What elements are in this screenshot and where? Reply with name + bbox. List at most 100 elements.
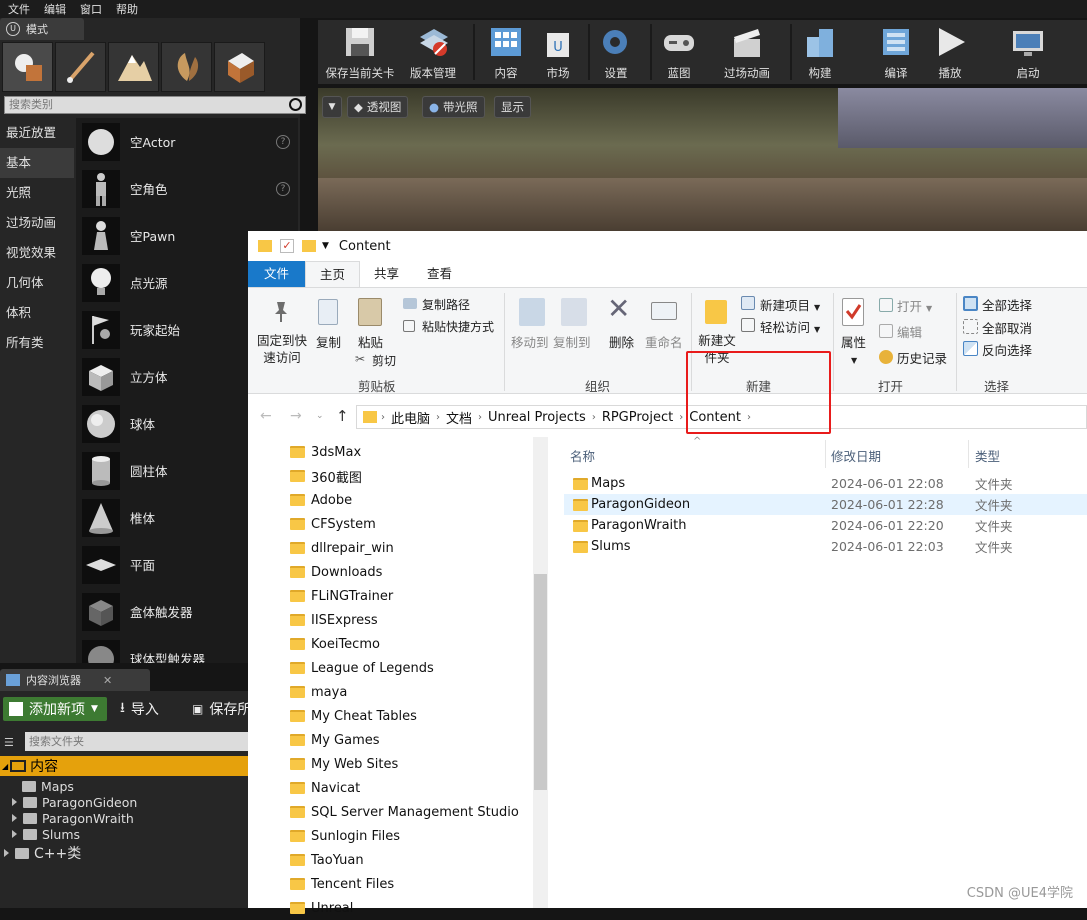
asset-empty-actor[interactable]: 空Actor? [76,118,298,165]
viewport-show-button[interactable]: 显示 [494,96,531,118]
nav-item[interactable]: Navicat [290,776,360,800]
menu-window[interactable]: 窗口 [80,1,102,17]
move-to-button[interactable]: 移动到 [511,332,549,351]
tab-file[interactable]: 文件 [248,261,306,287]
breadcrumb-unreal-projects[interactable]: Unreal Projects [488,410,586,425]
tree-root-content[interactable]: ◢ 内容 [0,756,248,776]
save-level-button[interactable]: 保存当前关卡 [322,22,398,82]
column-type-header[interactable]: 类型 [975,446,1000,465]
menu-help[interactable]: 帮助 [116,1,138,17]
recent-chevron-icon[interactable]: ⌄ [316,411,324,421]
category-lights[interactable]: 光照 [0,178,74,208]
back-arrow-icon[interactable]: ← [260,408,272,424]
nav-item[interactable]: 360截图 [290,464,362,488]
tab-home[interactable]: 主页 [305,261,361,287]
tree-item-slums[interactable]: Slums [12,826,80,842]
delete-button[interactable]: 删除 [609,332,634,351]
nav-item[interactable]: My Web Sites [290,752,398,776]
select-none-button[interactable]: 全部取消 [982,318,1032,337]
tab-view[interactable]: 查看 [413,261,466,287]
nav-item[interactable]: Unreal [290,896,353,920]
menu-file[interactable]: 文件 [8,1,30,17]
breadcrumb-this-pc[interactable]: 此电脑 [391,408,430,427]
content-browser-tab[interactable]: 内容浏览器 ✕ [0,669,150,691]
select-all-button[interactable]: 全部选择 [982,295,1032,314]
new-folder-quick-icon[interactable] [302,240,316,252]
category-basic[interactable]: 基本 [0,148,74,178]
geometry-mode-button[interactable] [214,42,265,92]
help-icon[interactable]: ? [276,134,290,149]
nav-item[interactable]: CFSystem [290,512,376,536]
file-row[interactable]: ParagonWraith 2024-06-01 22:20 文件夹 [564,515,1087,536]
copy-button[interactable]: 复制 [316,332,341,351]
tree-item-cpp-classes[interactable]: C++类 [4,845,81,862]
settings-button[interactable]: 设置 [594,22,638,82]
close-icon[interactable]: ✕ [103,674,112,687]
paint-mode-button[interactable] [55,42,106,92]
landscape-mode-button[interactable] [108,42,159,92]
copy-path-button[interactable]: 复制路径 [422,296,470,313]
nav-item[interactable]: KoeiTecmo [290,632,380,656]
cut-button[interactable]: 剪切 [372,352,396,369]
category-geometry[interactable]: 几何体 [0,268,74,298]
nav-item[interactable]: maya [290,680,347,704]
asset-empty-character[interactable]: 空角色? [76,165,298,212]
pin-quick-access-button[interactable]: 固定到快速访问 [257,332,307,366]
add-new-button[interactable]: 添加新项 ▼ [3,697,107,721]
new-item-button[interactable]: 新建项目 ▼ [760,295,820,314]
nav-item[interactable]: Tencent Files [290,872,394,896]
file-row[interactable]: Slums 2024-06-01 22:03 文件夹 [564,536,1087,557]
tree-item-maps[interactable]: Maps [22,778,74,794]
file-row[interactable]: ParagonGideon 2024-06-01 22:28 文件夹 [564,494,1087,515]
tree-item-paragonwraith[interactable]: ParagonWraith [12,810,134,826]
chevron-down-icon[interactable]: ▼ [322,241,329,251]
open-button[interactable]: 打开 ▼ [897,296,932,315]
column-date-header[interactable]: 修改日期 [831,446,881,465]
invert-selection-button[interactable]: 反向选择 [982,340,1032,359]
nav-item[interactable]: 3dsMax [290,440,361,464]
content-button[interactable]: 内容 [484,22,528,82]
source-control-button[interactable]: 版本管理 [404,22,462,82]
category-visual-effects[interactable]: 视觉效果 [0,238,74,268]
file-row[interactable]: Maps 2024-06-01 22:08 文件夹 [564,473,1087,494]
marketplace-button[interactable]: U 市场 [536,22,580,82]
rename-button[interactable]: 重命名 [645,332,683,351]
properties-button[interactable]: 属性 ▼ [841,332,866,366]
foliage-mode-button[interactable] [161,42,212,92]
column-name-header[interactable]: 名称 [570,446,595,465]
nav-item[interactable]: League of Legends [290,656,434,680]
folder-search-input[interactable]: 搜索文件夹 [25,732,248,751]
nav-item[interactable]: IISExpress [290,608,378,632]
nav-scrollbar-thumb[interactable] [534,574,547,790]
paste-shortcut-button[interactable]: 粘贴快捷方式 [422,318,494,335]
viewport-options-button[interactable]: ▼ [322,96,342,118]
nav-item[interactable]: Sunlogin Files [290,824,400,848]
category-recent[interactable]: 最近放置 [0,118,74,148]
breadcrumb-rpgproject[interactable]: RPGProject [602,410,673,425]
nav-item[interactable]: FLiNGTrainer [290,584,393,608]
viewport-perspective-button[interactable]: ◆ 透视图 [347,96,409,118]
tab-share[interactable]: 共享 [360,261,413,287]
help-icon[interactable]: ? [276,181,290,196]
edit-button[interactable]: 编辑 [897,322,922,341]
modes-tab[interactable]: U 模式 [0,18,84,40]
up-arrow-icon[interactable]: ↑ [336,407,349,425]
nav-item[interactable]: TaoYuan [290,848,364,872]
category-all-classes[interactable]: 所有类 [0,328,74,358]
history-button[interactable]: 历史记录 [897,348,947,367]
place-mode-button[interactable] [2,42,53,92]
build-button[interactable]: 构建 [800,22,840,82]
nav-item[interactable]: Adobe [290,488,352,512]
modes-search-input[interactable]: 搜索类别 [4,96,306,114]
blueprints-button[interactable]: 蓝图 [656,22,702,82]
launch-button[interactable]: 启动 [1008,22,1048,82]
tree-item-paragongideon[interactable]: ParagonGideon [12,794,137,810]
cinematics-button[interactable]: 过场动画 [718,22,776,82]
paste-button[interactable]: 粘贴 [358,332,383,351]
breadcrumb-documents[interactable]: 文档 [446,408,472,427]
sources-toggle-icon[interactable]: ☰ [4,736,20,749]
category-cinematic[interactable]: 过场动画 [0,208,74,238]
category-volumes[interactable]: 体积 [0,298,74,328]
play-button[interactable]: 播放 [930,22,970,82]
viewport-lit-button[interactable]: ● 带光照 [422,96,485,118]
